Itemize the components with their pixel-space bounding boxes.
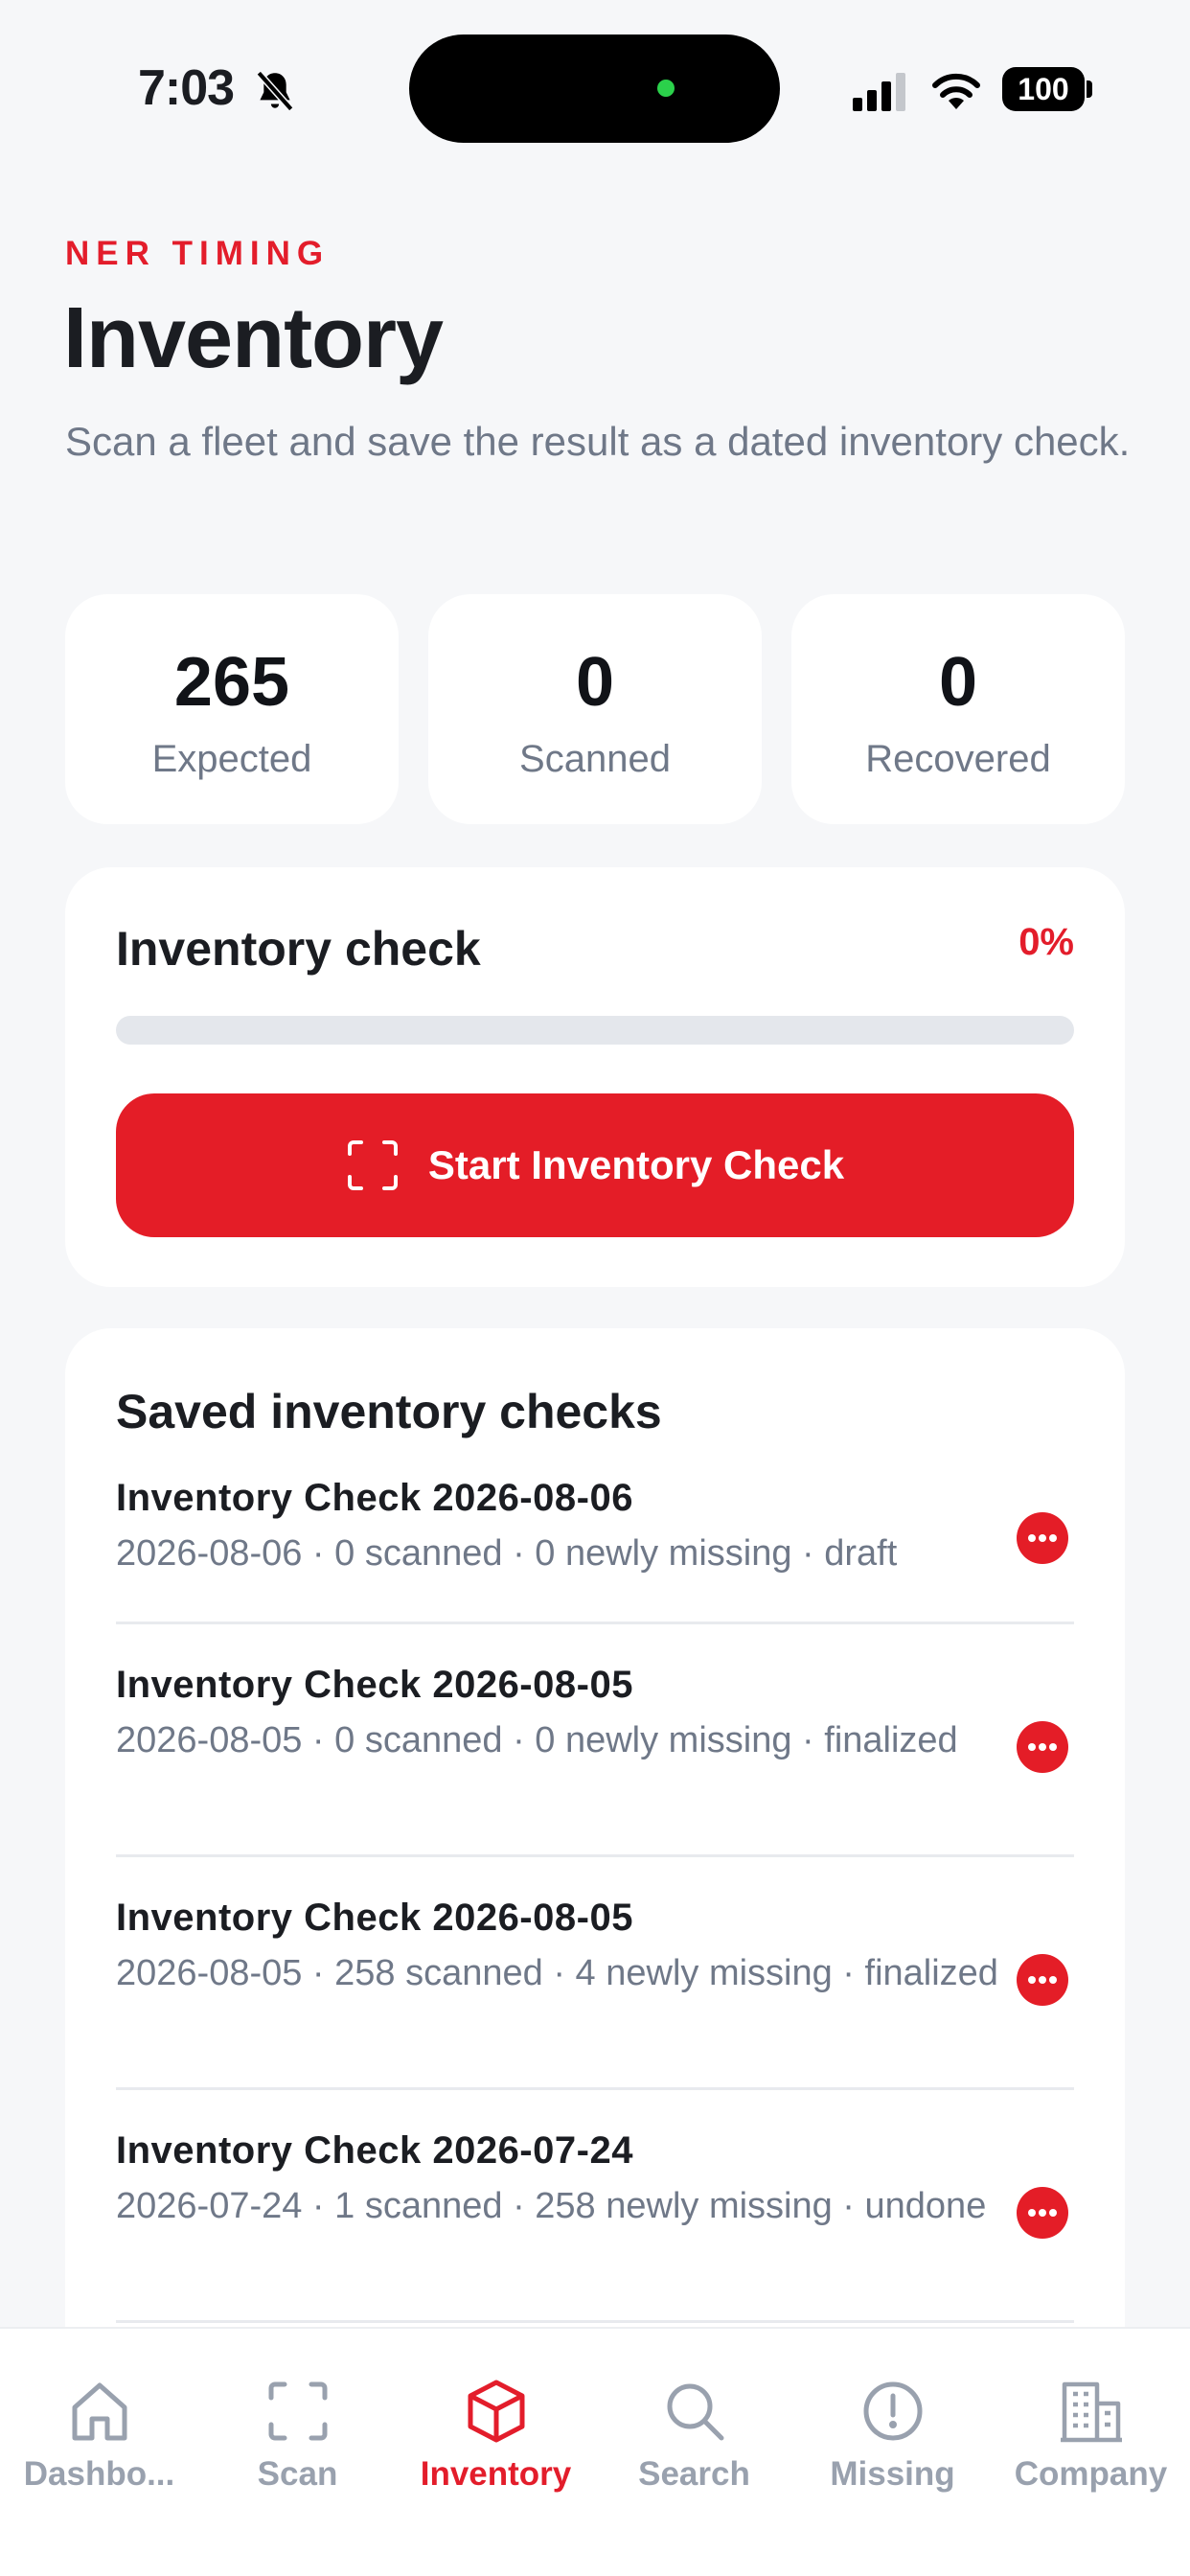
stat-card-expected: 265 Expected bbox=[65, 594, 399, 824]
dynamic-island bbox=[409, 34, 780, 143]
saved-check-meta: 2026-08-05 · 0 scanned · 0 newly missing… bbox=[116, 1720, 958, 1760]
stat-card-scanned: 0 Scanned bbox=[428, 594, 762, 824]
cube-icon bbox=[468, 2380, 525, 2443]
tab-label: Dashbo... bbox=[23, 2455, 175, 2493]
more-options-button[interactable] bbox=[1017, 2187, 1068, 2239]
tab-label: Company bbox=[1014, 2455, 1168, 2493]
saved-checks-title: Saved inventory checks bbox=[116, 1385, 662, 1438]
saved-check-item[interactable]: Inventory Check 2026-08-05 2026-08-05 · … bbox=[116, 1664, 1074, 1857]
scan-icon bbox=[268, 2381, 328, 2441]
tab-label: Inventory bbox=[420, 2455, 572, 2493]
saved-check-title: Inventory Check 2026-08-05 bbox=[116, 1897, 633, 1939]
saved-check-meta: 2026-07-24 · 1 scanned · 258 newly missi… bbox=[116, 2186, 987, 2226]
more-options-button[interactable] bbox=[1017, 1954, 1068, 2006]
inventory-check-title: Inventory check bbox=[116, 922, 481, 976]
page-title: Inventory bbox=[63, 290, 444, 386]
ellipsis-icon bbox=[1028, 2209, 1057, 2217]
saved-check-title: Inventory Check 2026-08-05 bbox=[116, 1664, 633, 1706]
status-time: 7:03 bbox=[138, 60, 235, 116]
more-options-button[interactable] bbox=[1017, 1721, 1068, 1773]
stat-label: Scanned bbox=[519, 738, 671, 780]
battery-cap bbox=[1087, 80, 1092, 98]
camera-indicator bbox=[657, 80, 675, 97]
battery-indicator: 100 bbox=[1002, 67, 1085, 111]
stat-value: 0 bbox=[938, 644, 978, 721]
home-icon bbox=[72, 2382, 127, 2441]
start-inventory-check-label: Start Inventory Check bbox=[427, 1142, 845, 1187]
tab-inventory[interactable]: Inventory bbox=[397, 2329, 595, 2520]
bell-muted-icon bbox=[256, 70, 294, 112]
scan-frame-icon bbox=[347, 1140, 398, 1190]
tab-label: Missing bbox=[830, 2455, 955, 2493]
progress-percent: 0% bbox=[1018, 921, 1074, 963]
tab-bar: Dashbo... Scan Inventory Search Missing … bbox=[0, 2327, 1190, 2576]
ellipsis-icon bbox=[1028, 1743, 1057, 1751]
saved-check-title: Inventory Check 2026-07-24 bbox=[116, 2129, 633, 2172]
tab-dashboard[interactable]: Dashbo... bbox=[0, 2329, 198, 2520]
brand-eyebrow: NER TIMING bbox=[65, 235, 331, 272]
alert-icon bbox=[863, 2381, 923, 2441]
ellipsis-icon bbox=[1028, 1976, 1057, 1984]
saved-check-title: Inventory Check 2026-08-06 bbox=[116, 1477, 633, 1519]
search-icon bbox=[667, 2383, 724, 2441]
stat-label: Recovered bbox=[865, 738, 1051, 780]
saved-check-meta: 2026-08-05 · 258 scanned · 4 newly missi… bbox=[116, 1953, 998, 1993]
stat-value: 0 bbox=[575, 644, 615, 721]
page-subtitle: Scan a fleet and save the result as a da… bbox=[65, 419, 1131, 464]
tab-missing[interactable]: Missing bbox=[793, 2329, 992, 2520]
saved-check-item[interactable]: Inventory Check 2026-08-05 2026-08-05 · … bbox=[116, 1897, 1074, 2090]
tab-company[interactable]: Company bbox=[992, 2329, 1190, 2520]
wifi-icon bbox=[932, 73, 980, 109]
cellular-signal-icon bbox=[853, 73, 905, 111]
stat-label: Expected bbox=[151, 738, 312, 780]
saved-check-meta: 2026-08-06 · 0 scanned · 0 newly missing… bbox=[116, 1533, 898, 1574]
progress-bar bbox=[116, 1016, 1074, 1045]
inventory-check-card: Inventory check 0% Start Inventory Check bbox=[65, 867, 1125, 1287]
stat-value: 265 bbox=[173, 644, 290, 721]
tab-label: Scan bbox=[257, 2455, 338, 2493]
stat-card-recovered: 0 Recovered bbox=[791, 594, 1125, 824]
saved-check-item[interactable]: Inventory Check 2026-08-06 2026-08-06 · … bbox=[116, 1477, 1074, 1624]
start-inventory-check-button[interactable]: Start Inventory Check bbox=[116, 1093, 1074, 1237]
saved-check-item[interactable]: Inventory Check 2026-07-24 2026-07-24 · … bbox=[116, 2129, 1074, 2323]
ellipsis-icon bbox=[1028, 1534, 1057, 1542]
tab-label: Search bbox=[638, 2455, 750, 2493]
tab-scan[interactable]: Scan bbox=[198, 2329, 397, 2520]
more-options-button[interactable] bbox=[1017, 1512, 1068, 1564]
building-icon bbox=[1061, 2381, 1122, 2443]
tab-search[interactable]: Search bbox=[595, 2329, 793, 2520]
status-bar: 7:03 100 bbox=[0, 0, 1190, 144]
